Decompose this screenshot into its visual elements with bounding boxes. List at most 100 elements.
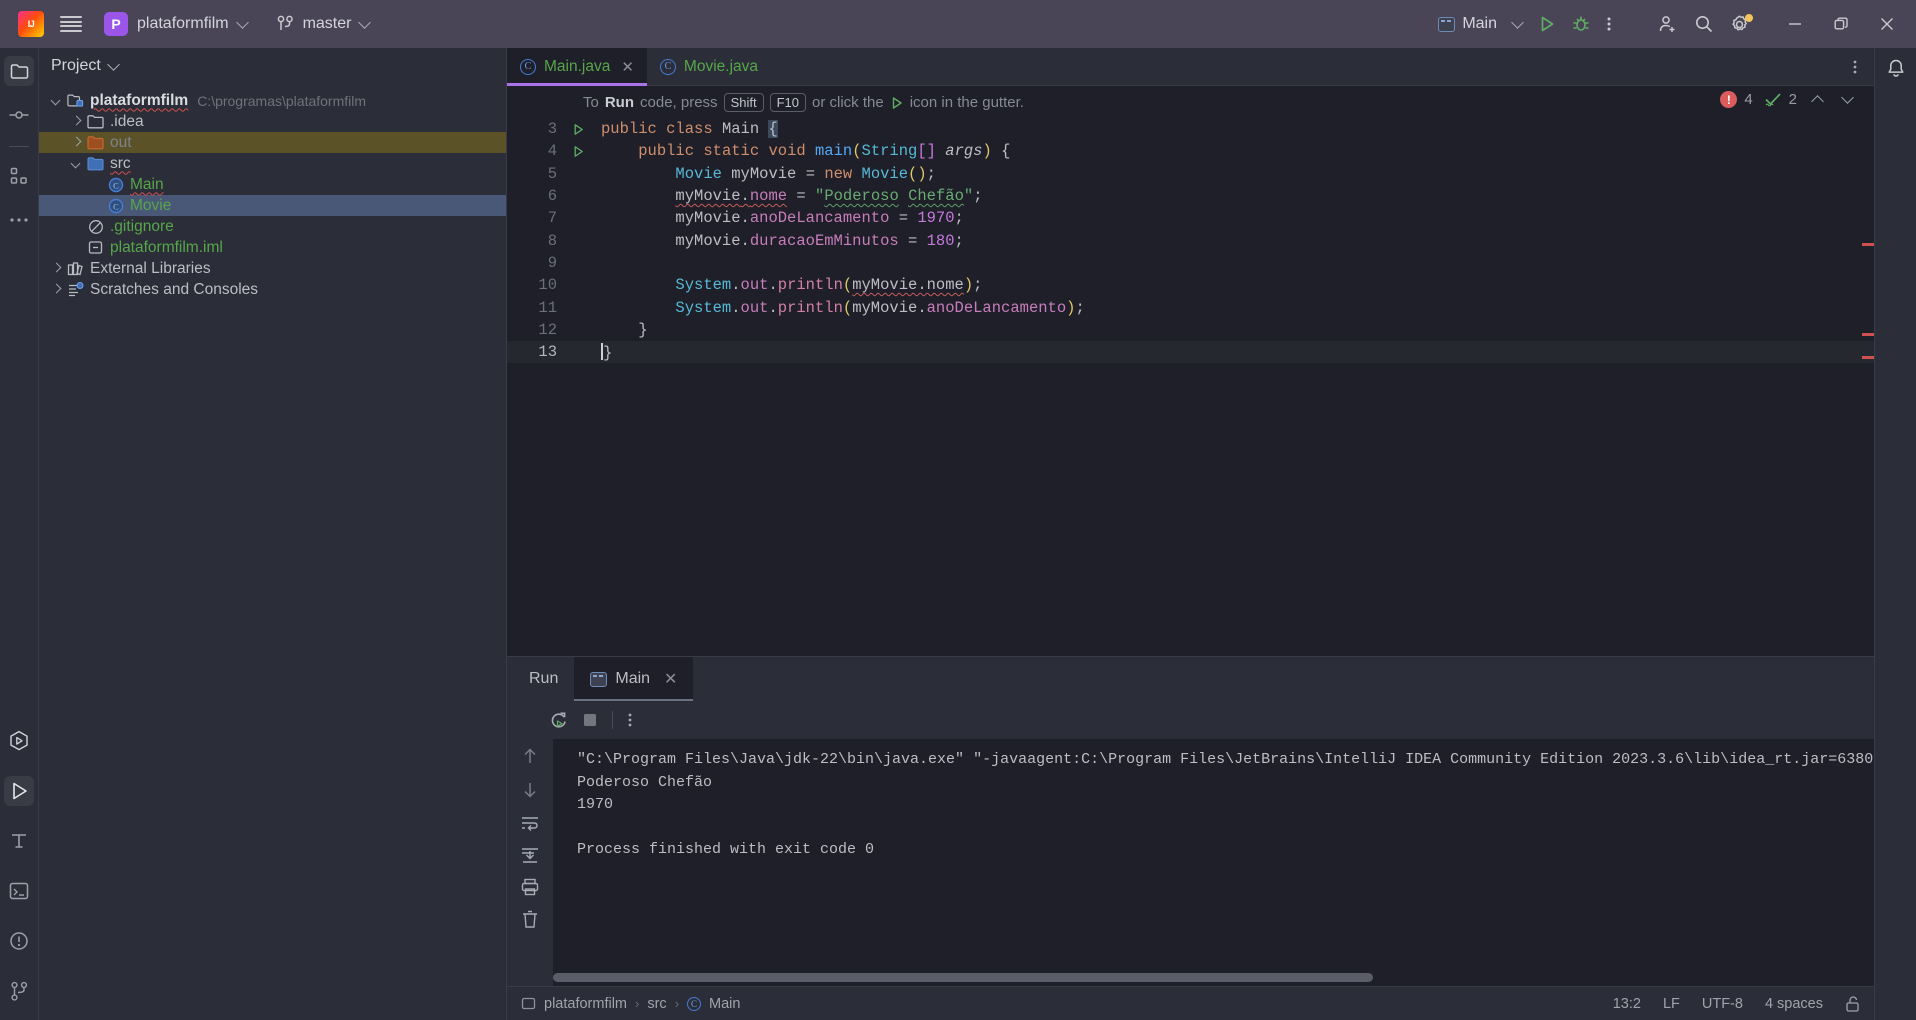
code-line[interactable]: 8 myMovie.duracaoEmMinutos = 180; [507,229,1874,251]
rerun-icon[interactable] [549,711,568,730]
code-line[interactable]: 7 myMovie.anoDeLancamento = 1970; [507,207,1874,229]
editor-tab-movie-java[interactable]: C Movie.java [647,48,771,85]
breadcrumb-item-0[interactable]: plataformfilm [544,996,627,1012]
breadcrumb[interactable]: plataformfilm › src › C Main [521,996,740,1012]
intellij-logo-icon[interactable] [10,6,52,42]
code-line[interactable]: 12 } [507,319,1874,341]
error-marker[interactable] [1862,243,1874,246]
line-number: 5 [547,164,557,183]
code-editor[interactable]: 3 public class Main { 4 public static vo… [507,118,1874,656]
code-line[interactable]: 5 Movie myMovie = new Movie(); [507,163,1874,185]
code-line[interactable]: 6 myMovie.nome = "Poderoso Chefão"; [507,185,1874,207]
run-triangle-icon[interactable] [565,145,591,158]
add-account-icon[interactable] [1650,6,1686,42]
settings-badge-dot [1745,14,1753,22]
terminal-tool-window-button[interactable] [4,876,34,906]
scroll-to-end-icon[interactable] [520,845,540,865]
scroll-up-icon[interactable] [520,745,540,767]
console-line: Poderoso Chefão [577,773,713,791]
project-tree[interactable]: plataformfilm C:\programas\plataformfilm.… [39,84,506,300]
file-encoding[interactable]: UTF-8 [1702,996,1743,1012]
run-configuration-selector[interactable]: Main [1430,6,1530,42]
code-line[interactable]: 11 System.out.println(myMovie.anoDeLanca… [507,296,1874,318]
typography-tool-button[interactable] [4,826,34,856]
editor-tab-options-button[interactable] [1836,48,1874,85]
more-tool-windows-button[interactable] [4,205,34,235]
tree-item--gitignore[interactable]: .gitignore [39,216,506,237]
tree-item--idea[interactable]: .idea [39,111,506,132]
code-line[interactable]: 10 System.out.println(myMovie.nome); [507,274,1874,296]
version-control-tool-window-button[interactable] [4,976,34,1006]
project-panel-header[interactable]: Project [39,48,506,84]
maximize-icon[interactable] [1818,0,1864,48]
branch-selector[interactable]: master [269,6,378,42]
chevron-right-icon[interactable] [49,261,65,277]
scroll-down-icon[interactable] [520,779,540,801]
commit-tool-window-button[interactable] [4,100,34,130]
tree-item-plataformfilm-iml[interactable]: plataformfilm.iml [39,237,506,258]
breadcrumb-item-2[interactable]: Main [709,996,740,1012]
more-vertical-icon[interactable] [627,711,633,729]
console-output[interactable]: "C:\Program Files\Java\jdk-22\bin\java.e… [553,739,1874,986]
minimize-icon[interactable] [1772,0,1818,48]
close-icon[interactable]: ✕ [621,58,634,76]
tree-item-external-libraries[interactable]: External Libraries [39,258,506,279]
code-line-current[interactable]: 13 } [507,340,1874,364]
chevron-right-icon[interactable] [69,135,85,151]
scrollbar-thumb[interactable] [553,973,1373,982]
run-config-tab-main[interactable]: Main ✕ [574,657,694,701]
tree-item-scratches-and-consoles[interactable]: Scratches and Consoles [39,279,506,300]
search-icon[interactable] [1686,6,1722,42]
chevron-down-icon[interactable] [49,93,65,109]
console-horizontal-scrollbar[interactable] [553,973,1864,982]
project-tool-window-button[interactable] [4,56,34,86]
run-panel-toggle-button[interactable] [4,776,34,806]
chevron-down-icon[interactable] [1841,91,1854,104]
close-icon[interactable] [1864,0,1910,48]
tree-item-main[interactable]: C Main [39,174,506,195]
line-number: 9 [547,253,557,272]
run-triangle-icon[interactable] [565,123,591,136]
chevron-right-icon[interactable] [49,282,65,298]
error-marker[interactable] [1862,356,1874,359]
indent-setting[interactable]: 4 spaces [1765,996,1823,1012]
breadcrumb-item-1[interactable]: src [647,996,666,1012]
chevron-up-icon[interactable] [1811,95,1824,108]
caret-position[interactable]: 13:2 [1613,996,1641,1012]
inspection-widget[interactable]: ! 4 2 [1720,91,1854,108]
code-line[interactable]: 4 public static void main(String[] args)… [507,140,1874,162]
unlocked-icon[interactable] [1845,995,1860,1012]
more-actions-button[interactable] [1598,6,1620,42]
problems-tool-window-button[interactable] [4,926,34,956]
hamburger-menu-icon[interactable] [52,6,90,42]
chevron-down-icon[interactable] [69,156,85,172]
soft-wrap-icon[interactable] [520,813,540,833]
print-icon[interactable] [520,877,540,897]
tree-item-label: .gitignore [110,217,174,235]
code-line[interactable]: 9 [507,252,1874,274]
bell-icon[interactable] [1885,58,1907,80]
debug-button[interactable] [1564,6,1598,42]
editor-tab-main-java[interactable]: C Main.java ✕ [507,48,647,86]
tree-item-plataformfilm[interactable]: plataformfilm C:\programas\plataformfilm [39,90,506,111]
settings-gear-icon[interactable] [1722,6,1758,42]
chevron-right-icon[interactable] [69,114,85,130]
error-stripe-markers[interactable] [1860,118,1874,656]
code-line[interactable]: 3 public class Main { [507,118,1874,140]
run-button[interactable] [1530,6,1564,42]
tree-item-out[interactable]: out [39,132,506,153]
run-toolbar [507,701,1874,739]
clear-all-icon[interactable] [520,909,540,929]
tree-item-movie[interactable]: C Movie [39,195,506,216]
chevron-down-icon [235,15,249,29]
tree-item-src[interactable]: src [39,153,506,174]
close-icon[interactable]: ✕ [664,669,677,689]
line-number: 10 [538,276,557,295]
structure-tool-window-button[interactable] [4,161,34,191]
line-separator[interactable]: LF [1663,996,1680,1012]
error-marker[interactable] [1862,333,1874,336]
run-circle-icon[interactable] [4,726,34,756]
stop-icon[interactable] [582,712,598,728]
project-selector[interactable]: P plataformfilm [96,6,255,42]
